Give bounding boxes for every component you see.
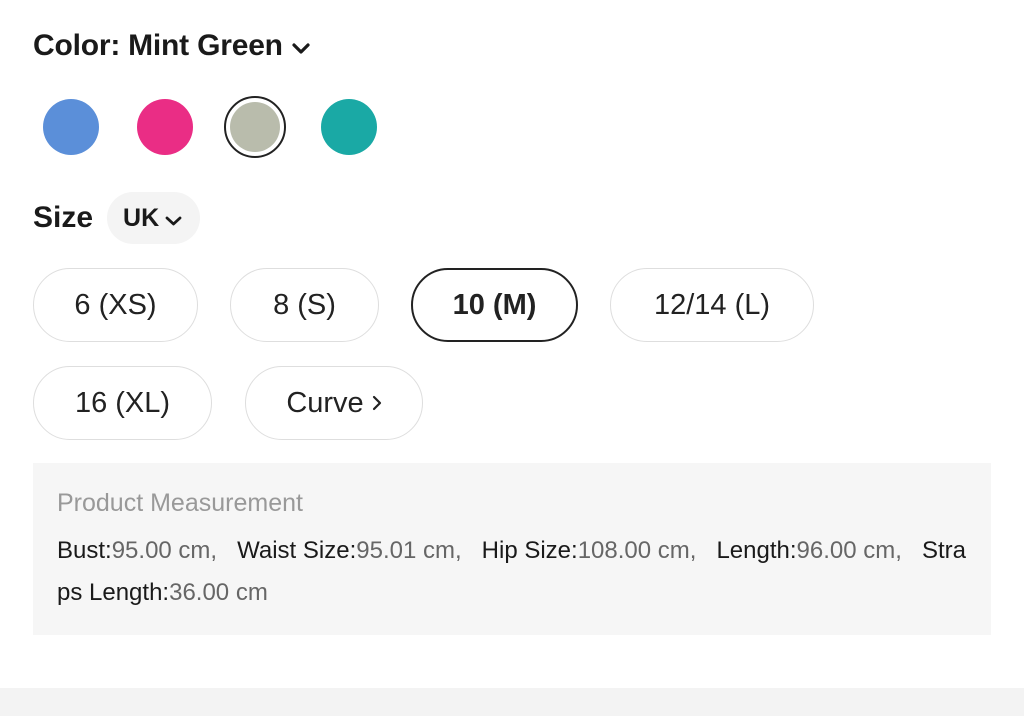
swatch-fill [137, 99, 193, 155]
chevron-down-icon[interactable] [291, 30, 311, 64]
product-options-panel: Color: Mint Green Size UK 6 (XS) 8 (S) 1… [0, 0, 1024, 716]
measurement-value-bust: 95.00 cm, [111, 537, 218, 564]
swatch-fill [43, 99, 99, 155]
measurement-value-waist: 95.01 cm, [356, 537, 462, 564]
swatch-fill [230, 102, 280, 152]
chevron-down-icon [165, 205, 182, 234]
product-measurement-box: Product Measurement Bust:95.00 cm, Waist… [33, 463, 991, 635]
size-header: Size UK [33, 192, 201, 244]
color-swatch-blue[interactable] [40, 96, 102, 158]
size-unit-dropdown[interactable]: UK [107, 192, 201, 244]
size-option-10-m[interactable]: 10 (M) [411, 268, 578, 342]
size-option-label: 6 (XS) [74, 288, 157, 321]
size-option-label: 10 (M) [452, 288, 537, 321]
bottom-divider-band [0, 688, 1024, 716]
measurement-title: Product Measurement [57, 489, 303, 517]
color-swatch-mint-green[interactable] [224, 96, 286, 158]
chevron-right-icon [372, 387, 382, 420]
measurement-key-bust: Bust: [57, 537, 112, 564]
size-option-12-14-l[interactable]: 12/14 (L) [610, 268, 814, 342]
color-swatch-pink[interactable] [134, 96, 196, 158]
size-option-label: 8 (S) [273, 288, 336, 321]
size-option-curve[interactable]: Curve [245, 366, 423, 440]
color-swatch-teal[interactable] [318, 96, 380, 158]
size-option-6-xs[interactable]: 6 (XS) [33, 268, 198, 342]
measurement-key-length: Length: [716, 537, 797, 564]
measurement-value-length: 96.00 cm, [796, 537, 902, 564]
color-selector-header[interactable]: Color: Mint Green [33, 28, 311, 64]
measurement-key-hip: Hip Size: [481, 537, 578, 564]
color-label: Color: [33, 29, 121, 62]
size-option-label: 16 (XL) [74, 386, 171, 419]
measurement-list: Bust:95.00 cm, Waist Size:95.01 cm, Hip … [57, 530, 967, 614]
selected-color-name: Mint Green [128, 29, 283, 62]
size-option-8-s[interactable]: 8 (S) [230, 268, 379, 342]
swatch-fill [321, 99, 377, 155]
measurement-key-waist: Waist Size: [237, 537, 357, 564]
size-option-label: Curve [286, 386, 364, 419]
size-title: Size [33, 201, 94, 234]
size-unit-label: UK [123, 203, 160, 232]
size-option-16-xl[interactable]: 16 (XL) [33, 366, 212, 440]
measurement-value-straps-length: 36.00 cm [169, 579, 268, 606]
measurement-value-hip: 108.00 cm, [577, 537, 697, 564]
size-option-label: 12/14 (L) [653, 288, 771, 321]
